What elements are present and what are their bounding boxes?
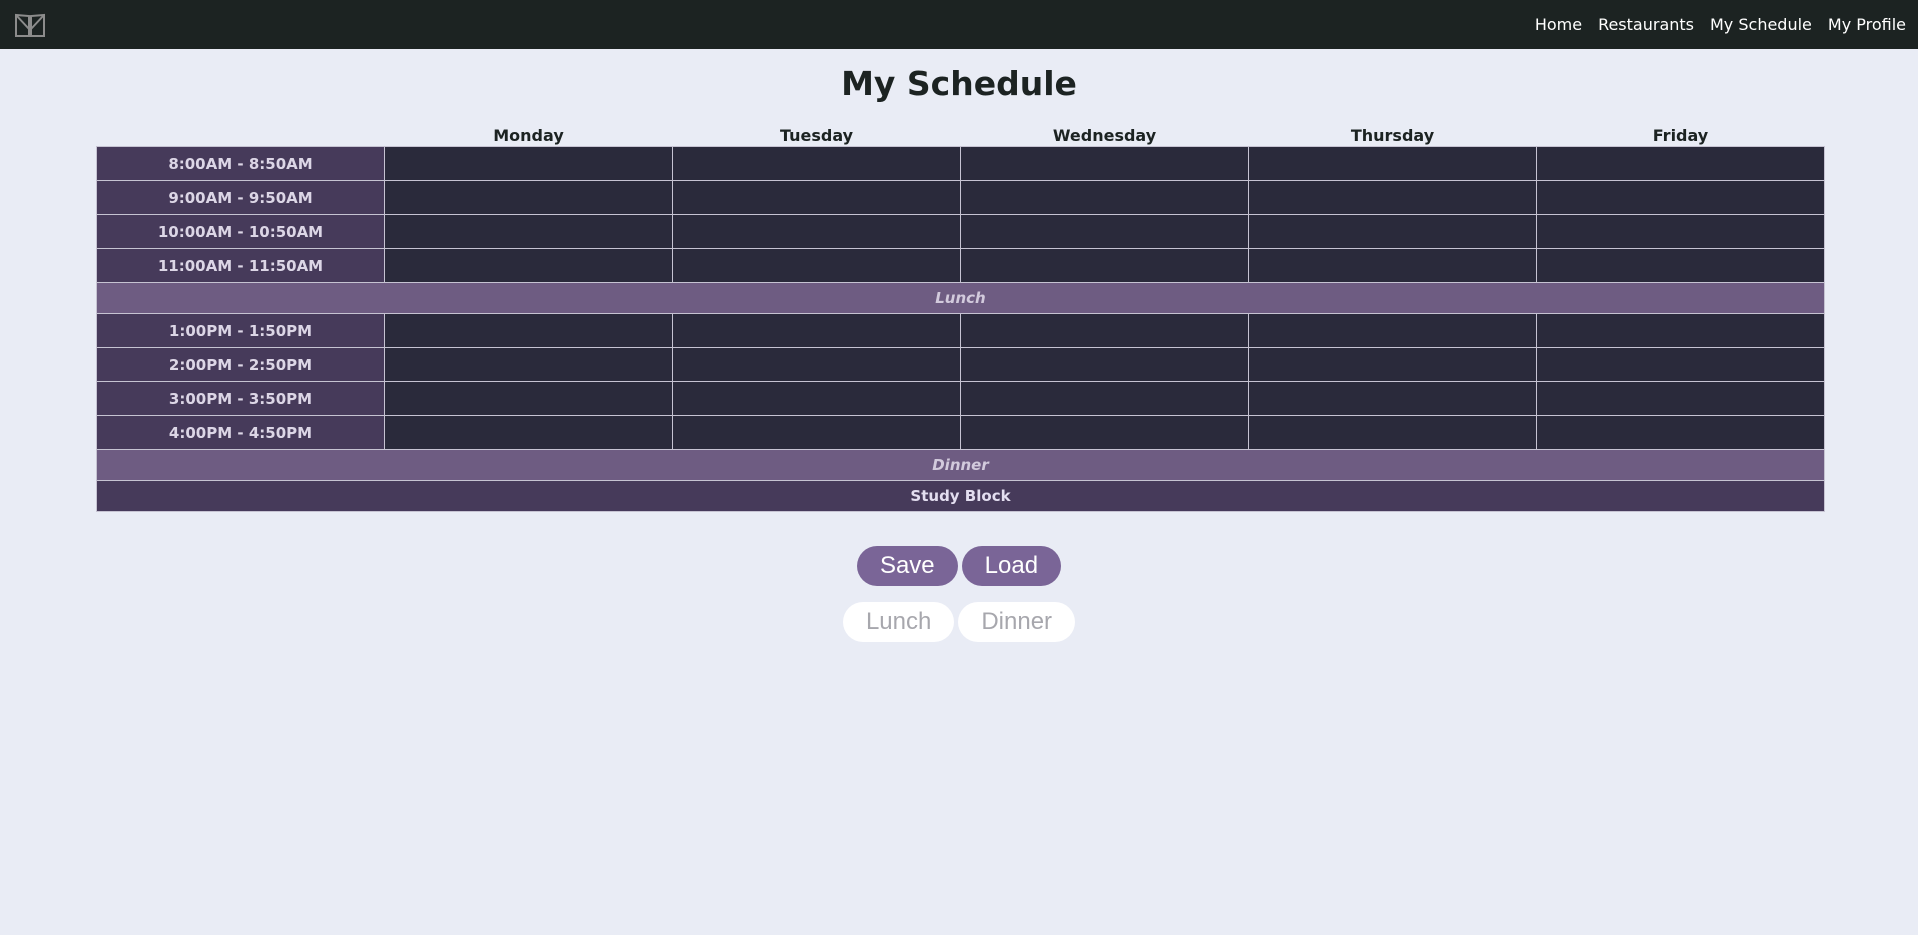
day-header-monday: Monday bbox=[493, 126, 564, 145]
schedule-header-row: Monday Tuesday Wednesday Thursday Friday bbox=[97, 119, 1825, 147]
nav-my-schedule-link[interactable]: My Schedule bbox=[1710, 15, 1812, 34]
time-slot-label: 2:00PM - 2:50PM bbox=[96, 347, 385, 382]
schedule-cell-tuesday[interactable] bbox=[672, 248, 961, 283]
day-header-tuesday: Tuesday bbox=[779, 126, 854, 145]
schedule-cell-friday[interactable] bbox=[1536, 180, 1825, 215]
schedule-cell-friday[interactable] bbox=[1536, 248, 1825, 283]
schedule-cell-friday[interactable] bbox=[1536, 415, 1825, 450]
schedule-cell-wednesday[interactable] bbox=[960, 347, 1249, 382]
schedule-cell-tuesday[interactable] bbox=[672, 415, 961, 450]
nav-links: Home Restaurants My Schedule My Profile bbox=[1519, 15, 1906, 34]
time-slot-label: 3:00PM - 3:50PM bbox=[96, 381, 385, 416]
time-slot-label: 8:00AM - 8:50AM bbox=[96, 146, 385, 181]
time-slot-label: 1:00PM - 1:50PM bbox=[96, 313, 385, 348]
schedule-cell-thursday[interactable] bbox=[1248, 180, 1537, 215]
schedule-cell-friday[interactable] bbox=[1536, 146, 1825, 181]
schedule-cell-friday[interactable] bbox=[1536, 214, 1825, 249]
lunch-break-label: Lunch bbox=[96, 282, 1825, 314]
day-header-thursday: Thursday bbox=[1350, 126, 1435, 145]
schedule-row: 8:00AM - 8:50AM bbox=[96, 146, 1825, 181]
schedule-cell-wednesday[interactable] bbox=[960, 313, 1249, 348]
save-button[interactable]: Save bbox=[856, 546, 958, 586]
page-title: My Schedule bbox=[841, 64, 1077, 103]
time-slot-label: 4:00PM - 4:50PM bbox=[96, 415, 385, 450]
schedule-cell-thursday[interactable] bbox=[1248, 313, 1537, 348]
day-header-friday: Friday bbox=[1652, 126, 1709, 145]
schedule-cell-thursday[interactable] bbox=[1248, 214, 1537, 249]
schedule-cell-tuesday[interactable] bbox=[672, 313, 961, 348]
schedule-body: 8:00AM - 8:50AM 9:00AM - 9:50AM 10:00AM - … bbox=[96, 146, 1825, 512]
nav-restaurants-link[interactable]: Restaurants bbox=[1598, 15, 1694, 34]
nav-home-link[interactable]: Home bbox=[1535, 15, 1582, 34]
schedule-cell-monday[interactable] bbox=[384, 415, 673, 450]
schedule-cell-wednesday[interactable] bbox=[960, 381, 1249, 416]
lunch-break-row: Lunch bbox=[96, 282, 1825, 314]
schedule-cell-monday[interactable] bbox=[384, 347, 673, 382]
study-block-row: Study Block bbox=[96, 480, 1825, 512]
schedule-cell-monday[interactable] bbox=[384, 180, 673, 215]
day-header-wednesday: Wednesday bbox=[1052, 126, 1157, 145]
nav-my-profile-link[interactable]: My Profile bbox=[1828, 15, 1906, 34]
schedule-cell-thursday[interactable] bbox=[1248, 146, 1537, 181]
schedule-cell-thursday[interactable] bbox=[1248, 381, 1537, 416]
schedule-cell-tuesday[interactable] bbox=[672, 180, 961, 215]
schedule-cell-tuesday[interactable] bbox=[672, 146, 961, 181]
schedule-cell-tuesday[interactable] bbox=[672, 347, 961, 382]
schedule-cell-thursday[interactable] bbox=[1248, 248, 1537, 283]
lunch-button[interactable]: Lunch bbox=[842, 602, 955, 642]
schedule-cell-wednesday[interactable] bbox=[960, 146, 1249, 181]
dinner-button[interactable]: Dinner bbox=[958, 602, 1076, 642]
schedule-row: 11:00AM - 11:50AM bbox=[96, 248, 1825, 283]
schedule-row: 2:00PM - 2:50PM bbox=[96, 347, 1825, 382]
time-slot-label: 11:00AM - 11:50AM bbox=[96, 248, 385, 283]
empty-corner-header bbox=[97, 119, 385, 147]
meal-actions: Lunch Dinner bbox=[0, 602, 1918, 642]
schedule-cell-wednesday[interactable] bbox=[960, 415, 1249, 450]
schedule-cell-wednesday[interactable] bbox=[960, 214, 1249, 249]
schedule-cell-friday[interactable] bbox=[1536, 347, 1825, 382]
schedule-row: 4:00PM - 4:50PM bbox=[96, 415, 1825, 450]
schedule-cell-thursday[interactable] bbox=[1248, 415, 1537, 450]
time-slot-label: 10:00AM - 10:50AM bbox=[96, 214, 385, 249]
schedule-row: 9:00AM - 9:50AM bbox=[96, 180, 1825, 215]
schedule-row: 3:00PM - 3:50PM bbox=[96, 381, 1825, 416]
schedule-cell-monday[interactable] bbox=[384, 146, 673, 181]
schedule-cell-monday[interactable] bbox=[384, 381, 673, 416]
top-navbar: Home Restaurants My Schedule My Profile bbox=[0, 0, 1918, 49]
schedule-row: 10:00AM - 10:50AM bbox=[96, 214, 1825, 249]
primary-actions: Save Load bbox=[0, 546, 1918, 586]
schedule-cell-monday[interactable] bbox=[384, 313, 673, 348]
schedule-cell-tuesday[interactable] bbox=[672, 381, 961, 416]
schedule-table: Monday Tuesday Wednesday Thursday Friday… bbox=[96, 119, 1825, 512]
schedule-cell-monday[interactable] bbox=[384, 248, 673, 283]
study-block-label: Study Block bbox=[96, 480, 1825, 512]
schedule-cell-wednesday[interactable] bbox=[960, 248, 1249, 283]
schedule-cell-wednesday[interactable] bbox=[960, 180, 1249, 215]
open-book-icon[interactable] bbox=[14, 10, 47, 40]
schedule-cell-thursday[interactable] bbox=[1248, 347, 1537, 382]
schedule-row: 1:00PM - 1:50PM bbox=[96, 313, 1825, 348]
schedule-cell-friday[interactable] bbox=[1536, 381, 1825, 416]
dinner-break-row: Dinner bbox=[96, 449, 1825, 481]
time-slot-label: 9:00AM - 9:50AM bbox=[96, 180, 385, 215]
schedule-cell-tuesday[interactable] bbox=[672, 214, 961, 249]
dinner-break-label: Dinner bbox=[96, 449, 1825, 481]
schedule-cell-monday[interactable] bbox=[384, 214, 673, 249]
load-button[interactable]: Load bbox=[961, 546, 1062, 586]
schedule-cell-friday[interactable] bbox=[1536, 313, 1825, 348]
